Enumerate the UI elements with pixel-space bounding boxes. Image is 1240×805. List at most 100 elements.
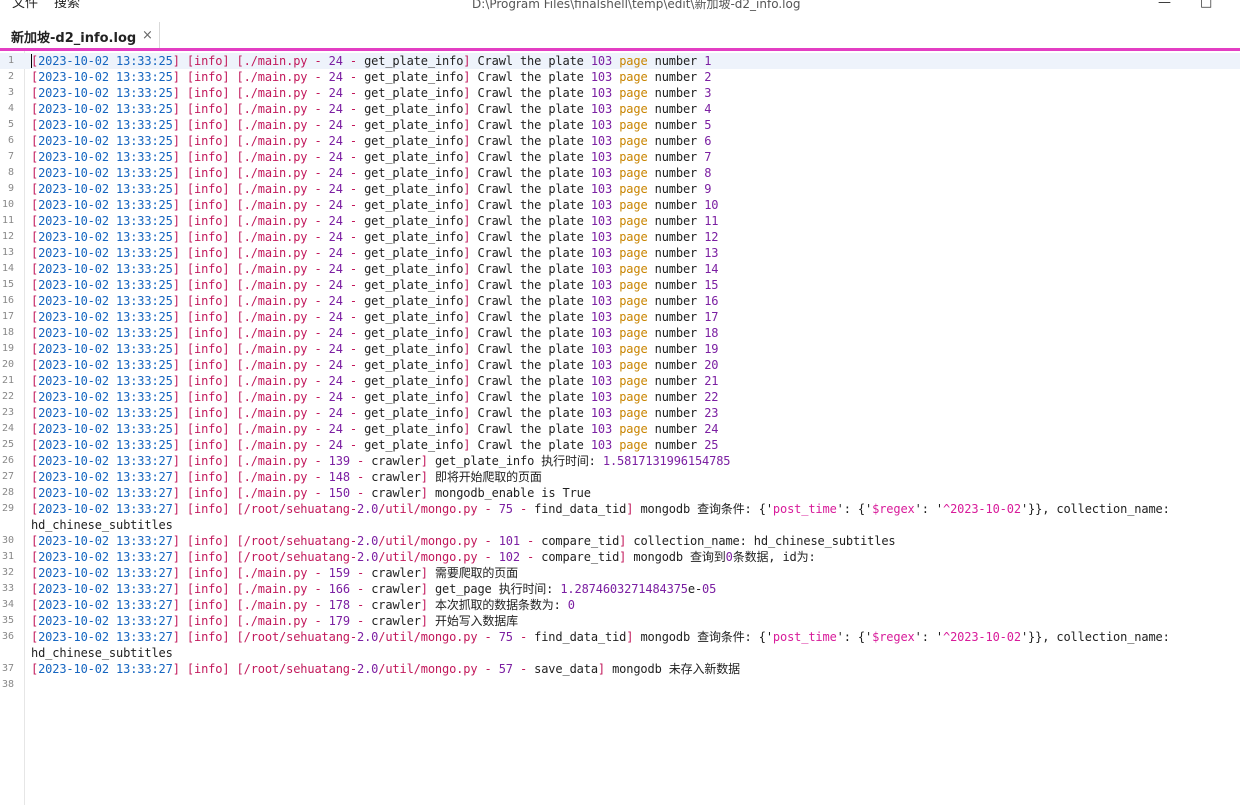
- log-line[interactable]: 10 [2023-10-02 13:33:25] [info] [./main.p…: [0, 197, 1240, 213]
- log-text: [2023-10-02 13:33:27] [info] [./main.py …: [31, 598, 575, 612]
- log-line[interactable]: 25 [2023-10-02 13:33:25] [info] [./main.p…: [0, 437, 1240, 453]
- line-number: 13: [1, 247, 14, 258]
- log-line[interactable]: 32 [2023-10-02 13:33:27] [info] [./main.p…: [0, 565, 1240, 581]
- line-number: 15: [1, 279, 14, 290]
- log-text: [2023-10-02 13:33:27] [info] [./main.py …: [31, 454, 731, 468]
- log-text: [2023-10-02 13:33:27] [info] [./main.py …: [31, 470, 542, 484]
- log-text-wrapped: hd_chinese_subtitles: [31, 518, 173, 532]
- log-line[interactable]: 14 [2023-10-02 13:33:25] [info] [./main.p…: [0, 261, 1240, 277]
- log-line[interactable]: 7 [2023-10-02 13:33:25] [info] [./main.py…: [0, 149, 1240, 165]
- log-line[interactable]: 8 [2023-10-02 13:33:25] [info] [./main.py…: [0, 165, 1240, 181]
- line-number: 1: [7, 55, 14, 66]
- log-line[interactable]: 30 [2023-10-02 13:33:27] [info] [/root/se…: [0, 533, 1240, 549]
- line-number: 19: [1, 343, 14, 354]
- line-number: 7: [7, 151, 14, 162]
- log-text: [2023-10-02 13:33:25] [info] [./main.py …: [31, 422, 719, 436]
- log-line-wrap: hd_chinese_subtitles: [0, 645, 1240, 661]
- log-text: [2023-10-02 13:33:25] [info] [./main.py …: [31, 70, 712, 84]
- line-number: 16: [1, 295, 14, 306]
- log-line[interactable]: 3 [2023-10-02 13:33:25] [info] [./main.py…: [0, 85, 1240, 101]
- title-bar: 文件 搜索 D:\Program Files\finalshell\temp\e…: [0, 0, 1240, 14]
- log-line[interactable]: 21 [2023-10-02 13:33:25] [info] [./main.p…: [0, 373, 1240, 389]
- log-line[interactable]: 34 [2023-10-02 13:33:27] [info] [./main.p…: [0, 597, 1240, 613]
- log-text: [2023-10-02 13:33:27] [info] [/root/sehu…: [31, 502, 1170, 516]
- close-icon[interactable]: ×: [142, 28, 153, 43]
- log-text: [2023-10-02 13:33:25] [info] [./main.py …: [31, 118, 712, 132]
- log-text: [2023-10-02 13:33:25] [info] [./main.py …: [31, 230, 719, 244]
- log-line[interactable]: 36 [2023-10-02 13:33:27] [info] [/root/se…: [0, 629, 1240, 645]
- log-text-wrapped: hd_chinese_subtitles: [31, 646, 173, 660]
- log-line[interactable]: 22 [2023-10-02 13:33:25] [info] [./main.p…: [0, 389, 1240, 405]
- line-number: 5: [7, 119, 14, 130]
- line-number: 20: [1, 359, 14, 370]
- log-line[interactable]: 33 [2023-10-02 13:33:27] [info] [./main.p…: [0, 581, 1240, 597]
- log-line[interactable]: 2 [2023-10-02 13:33:25] [info] [./main.py…: [0, 69, 1240, 85]
- line-number: 3: [7, 87, 14, 98]
- log-text: [2023-10-02 13:33:25] [info] [./main.py …: [31, 54, 712, 68]
- log-line[interactable]: 23 [2023-10-02 13:33:25] [info] [./main.p…: [0, 405, 1240, 421]
- log-line[interactable]: 29 [2023-10-02 13:33:27] [info] [/root/se…: [0, 501, 1240, 517]
- log-line[interactable]: 1 [2023-10-02 13:33:25] [info] [./main.py…: [0, 53, 1240, 69]
- log-line[interactable]: 26 [2023-10-02 13:33:27] [info] [./main.p…: [0, 453, 1240, 469]
- line-number: 12: [1, 231, 14, 242]
- line-number: 25: [1, 439, 14, 450]
- line-number: 38: [1, 679, 14, 690]
- maximize-icon[interactable]: □: [1200, 0, 1212, 12]
- log-line[interactable]: 18 [2023-10-02 13:33:25] [info] [./main.p…: [0, 325, 1240, 341]
- log-text: [2023-10-02 13:33:27] [info] [/root/sehu…: [31, 550, 816, 564]
- line-number: 24: [1, 423, 14, 434]
- line-number: 4: [7, 103, 14, 114]
- log-text: [2023-10-02 13:33:25] [info] [./main.py …: [31, 326, 719, 340]
- line-number: 30: [1, 535, 14, 546]
- line-number: 32: [1, 567, 14, 578]
- log-line[interactable]: 16 [2023-10-02 13:33:25] [info] [./main.p…: [0, 293, 1240, 309]
- log-line[interactable]: 9 [2023-10-02 13:33:25] [info] [./main.py…: [0, 181, 1240, 197]
- minimize-icon[interactable]: —: [1158, 0, 1171, 12]
- log-text: [2023-10-02 13:33:27] [info] [/root/sehu…: [31, 534, 896, 548]
- line-number: 34: [1, 599, 14, 610]
- log-line[interactable]: 35 [2023-10-02 13:33:27] [info] [./main.p…: [0, 613, 1240, 629]
- log-line[interactable]: 17 [2023-10-02 13:33:25] [info] [./main.p…: [0, 309, 1240, 325]
- log-text: [2023-10-02 13:33:25] [info] [./main.py …: [31, 198, 719, 212]
- log-line[interactable]: 24 [2023-10-02 13:33:25] [info] [./main.p…: [0, 421, 1240, 437]
- tab-bar: 新加坡-d2_info.log ×: [0, 20, 1240, 50]
- log-line[interactable]: 5 [2023-10-02 13:33:25] [info] [./main.py…: [0, 117, 1240, 133]
- log-line[interactable]: 6 [2023-10-02 13:33:25] [info] [./main.py…: [0, 133, 1240, 149]
- menu-search[interactable]: 搜索: [54, 0, 80, 13]
- log-line[interactable]: 12 [2023-10-02 13:33:25] [info] [./main.p…: [0, 229, 1240, 245]
- log-line[interactable]: 13 [2023-10-02 13:33:25] [info] [./main.p…: [0, 245, 1240, 261]
- tab-log-file[interactable]: 新加坡-d2_info.log ×: [0, 22, 160, 50]
- line-number: 17: [1, 311, 14, 322]
- line-number: 8: [7, 167, 14, 178]
- menu-file[interactable]: 文件: [12, 0, 38, 13]
- log-line[interactable]: 11 [2023-10-02 13:33:25] [info] [./main.p…: [0, 213, 1240, 229]
- log-text: [2023-10-02 13:33:25] [info] [./main.py …: [31, 406, 719, 420]
- line-number: 2: [7, 71, 14, 82]
- log-text: [2023-10-02 13:33:25] [info] [./main.py …: [31, 150, 712, 164]
- log-text: [2023-10-02 13:33:25] [info] [./main.py …: [31, 374, 719, 388]
- log-line[interactable]: 15 [2023-10-02 13:33:25] [info] [./main.p…: [0, 277, 1240, 293]
- log-line[interactable]: 20 [2023-10-02 13:33:25] [info] [./main.p…: [0, 357, 1240, 373]
- log-line[interactable]: 31 [2023-10-02 13:33:27] [info] [/root/se…: [0, 549, 1240, 565]
- log-text: [2023-10-02 13:33:25] [info] [./main.py …: [31, 278, 719, 292]
- log-line[interactable]: 4 [2023-10-02 13:33:25] [info] [./main.py…: [0, 101, 1240, 117]
- log-text: [2023-10-02 13:33:25] [info] [./main.py …: [31, 102, 712, 116]
- log-text: [2023-10-02 13:33:25] [info] [./main.py …: [31, 358, 719, 372]
- log-text: [2023-10-02 13:33:25] [info] [./main.py …: [31, 438, 719, 452]
- window-title: D:\Program Files\finalshell\temp\edit\新加…: [472, 0, 801, 11]
- line-number: 9: [7, 183, 14, 194]
- line-number: 22: [1, 391, 14, 402]
- log-text: [2023-10-02 13:33:25] [info] [./main.py …: [31, 214, 719, 228]
- line-number: 6: [7, 135, 14, 146]
- text-editor[interactable]: 1 [2023-10-02 13:33:25] [info] [./main.py…: [0, 51, 1240, 805]
- line-number: 26: [1, 455, 14, 466]
- log-line[interactable]: 38: [0, 677, 1240, 693]
- log-line[interactable]: 37 [2023-10-02 13:33:27] [info] [/root/se…: [0, 661, 1240, 677]
- line-number: 33: [1, 583, 14, 594]
- log-line[interactable]: 19 [2023-10-02 13:33:25] [info] [./main.p…: [0, 341, 1240, 357]
- log-text: [2023-10-02 13:33:25] [info] [./main.py …: [31, 134, 712, 148]
- log-text: [2023-10-02 13:33:25] [info] [./main.py …: [31, 182, 712, 196]
- log-line[interactable]: 28 [2023-10-02 13:33:27] [info] [./main.p…: [0, 485, 1240, 501]
- line-number: 31: [1, 551, 14, 562]
- log-line[interactable]: 27 [2023-10-02 13:33:27] [info] [./main.p…: [0, 469, 1240, 485]
